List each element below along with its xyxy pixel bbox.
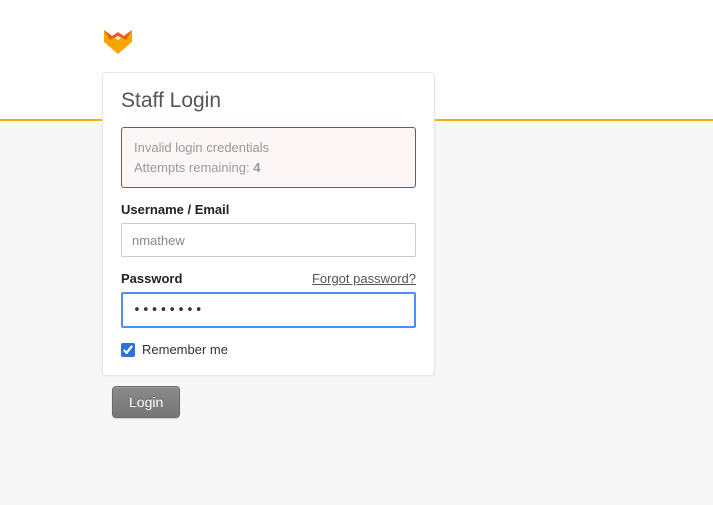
fox-logo-icon xyxy=(102,26,134,58)
card-title: Staff Login xyxy=(121,89,416,113)
login-card: Staff Login Invalid login credentials At… xyxy=(102,72,435,376)
error-line-1: Invalid login credentials xyxy=(134,138,403,158)
error-line-2: Attempts remaining: 4 xyxy=(134,158,403,178)
forgot-password-link[interactable]: Forgot password? xyxy=(312,271,416,286)
remember-me-label: Remember me xyxy=(142,342,228,357)
password-label: Password xyxy=(121,271,182,286)
remember-me-row: Remember me xyxy=(121,342,416,357)
password-input[interactable] xyxy=(121,292,416,328)
username-label: Username / Email xyxy=(121,202,416,217)
error-message: Invalid login credentials Attempts remai… xyxy=(121,127,416,188)
remember-me-checkbox[interactable] xyxy=(121,343,135,357)
login-button[interactable]: Login xyxy=(112,386,180,418)
username-input[interactable] xyxy=(121,223,416,257)
